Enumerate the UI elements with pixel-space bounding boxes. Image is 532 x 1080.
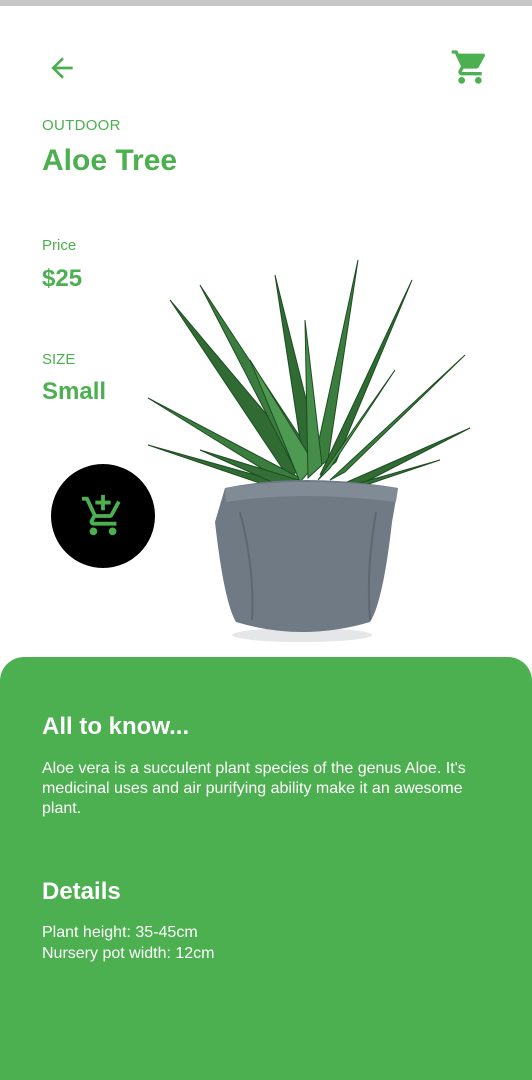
detail-plant-height: Plant height: 35-45cm xyxy=(42,924,198,941)
add-to-cart-icon xyxy=(81,494,121,536)
arrow-left-icon xyxy=(51,57,73,79)
product-title: Aloe Tree xyxy=(42,144,178,177)
back-button[interactable] xyxy=(40,48,84,88)
cart-button[interactable] xyxy=(446,44,494,90)
price-label: Price xyxy=(42,237,77,254)
details-heading: Details xyxy=(42,878,121,905)
size-value: Small xyxy=(42,378,107,405)
aloe-plant-image xyxy=(147,259,471,642)
shopping-cart-icon xyxy=(451,50,486,84)
about-heading: All to know... xyxy=(42,713,190,740)
detail-pot-width: Nursery pot width: 12cm xyxy=(42,945,215,962)
details-list: Plant height: 35-45cm Nursery pot width:… xyxy=(42,922,215,964)
size-label: SIZE xyxy=(42,351,76,368)
price-value: $25 xyxy=(42,265,83,292)
info-panel: All to know... Aloe vera is a succulent … xyxy=(0,657,532,1080)
product-category: OUTDOOR xyxy=(42,117,121,134)
about-text: Aloe vera is a succulent plant species o… xyxy=(42,760,466,817)
top-bar xyxy=(0,0,532,110)
